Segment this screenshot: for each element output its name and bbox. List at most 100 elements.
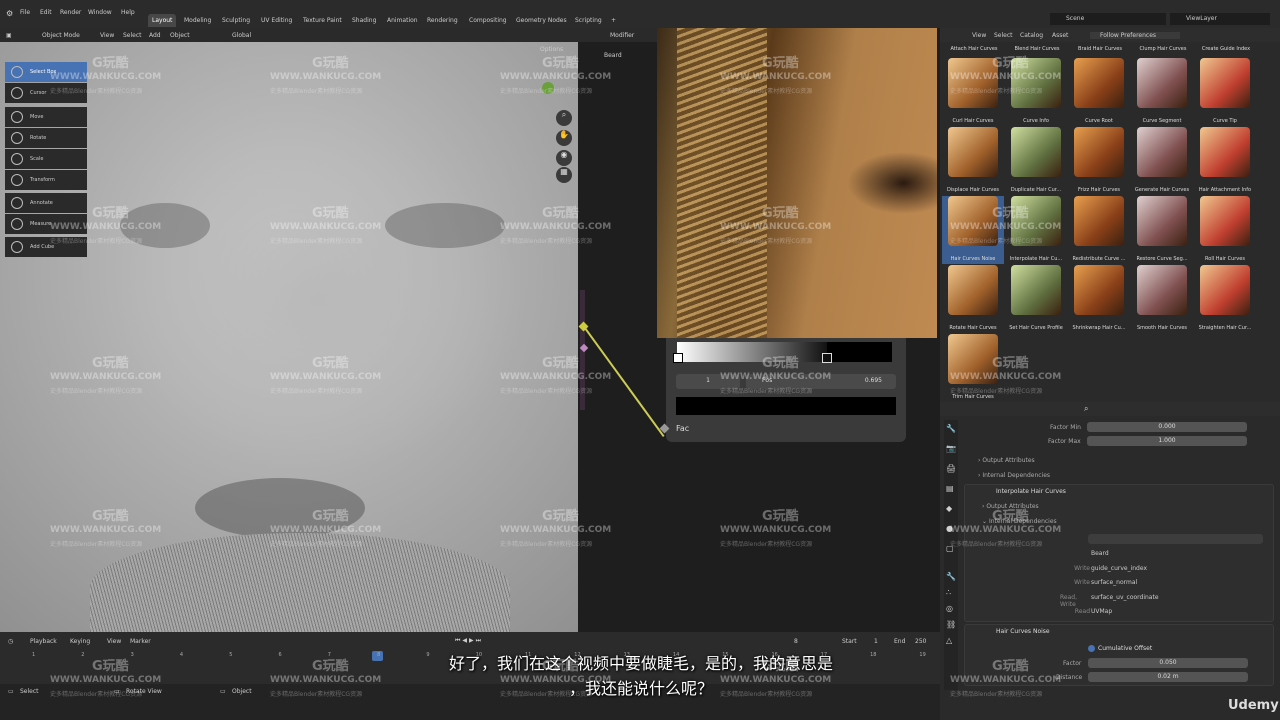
- ramp-stop-white[interactable]: [673, 353, 683, 363]
- asset-item[interactable]: Shrinkwrap Hair Cu...: [1068, 265, 1130, 333]
- tab-sculpting[interactable]: Sculpting: [218, 14, 254, 27]
- asset-item[interactable]: Roll Hair Curves: [1194, 196, 1256, 264]
- viewport-menu-select[interactable]: Select: [123, 32, 142, 39]
- watermark-text: G玩酷: [762, 356, 799, 371]
- search-field[interactable]: [1088, 534, 1263, 544]
- menu-help[interactable]: Help: [121, 9, 135, 16]
- viewport-menu-add[interactable]: Add: [149, 32, 161, 39]
- watermark-text: WWW.WANKUCG.COM: [950, 675, 1062, 685]
- asset-item[interactable]: Straighten Hair Cur...: [1194, 265, 1256, 333]
- output-attributes-panel[interactable]: › Output Attributes: [978, 457, 1035, 464]
- tool-tab-icon[interactable]: 🔧: [946, 424, 956, 433]
- playback-menu[interactable]: Playback: [30, 638, 57, 645]
- asset-item[interactable]: Set Hair Curve Profile: [1005, 265, 1067, 333]
- menu-window[interactable]: Window: [88, 9, 112, 16]
- end-frame[interactable]: 250: [915, 638, 926, 645]
- asset-item[interactable]: Rotate Hair Curves: [942, 265, 1004, 333]
- modifier-tab-icon[interactable]: 🔧: [946, 572, 956, 581]
- start-frame[interactable]: 1: [874, 638, 878, 645]
- constraints-tab-icon[interactable]: ⛓: [946, 620, 956, 629]
- library-dropdown[interactable]: Follow Preferences: [1090, 32, 1180, 39]
- output-tab-icon[interactable]: 🖨: [946, 464, 956, 473]
- noise-modifier-name[interactable]: Hair Curves Noise: [996, 628, 1050, 635]
- asset-item[interactable]: Curve Root: [1068, 58, 1130, 126]
- tool-rotate[interactable]: Rotate: [5, 128, 87, 148]
- asset-item[interactable]: Smooth Hair Curves: [1131, 265, 1193, 333]
- menu-edit[interactable]: Edit: [40, 9, 52, 16]
- viewport-menu-view[interactable]: View: [100, 32, 114, 39]
- timeline-editor-icon[interactable]: ◷: [8, 638, 13, 645]
- tab-compositing[interactable]: Compositing: [465, 14, 511, 27]
- data-tab-icon[interactable]: △: [946, 636, 952, 645]
- tool-scale[interactable]: Scale: [5, 149, 87, 169]
- asset-menu-asset[interactable]: Asset: [1052, 32, 1068, 39]
- asset-item[interactable]: Frizz Hair Curves: [1068, 127, 1130, 195]
- tab-shading[interactable]: Shading: [348, 14, 380, 27]
- playback-controls[interactable]: ⏮◀▶⏭: [455, 637, 483, 645]
- asset-top-3[interactable]: Clump Hair Curves: [1132, 46, 1194, 54]
- view-layer-tab-icon[interactable]: ▤: [946, 484, 954, 493]
- factor-field[interactable]: 0.050: [1088, 658, 1248, 668]
- marker-menu[interactable]: Marker: [130, 638, 151, 645]
- ramp-stop-black[interactable]: [822, 353, 832, 363]
- asset-thumbnail: [1137, 265, 1187, 315]
- tab-modeling[interactable]: Modeling: [180, 14, 215, 27]
- grid-icon[interactable]: ▦: [556, 167, 572, 183]
- scene-tab-icon[interactable]: ◆: [946, 504, 952, 513]
- tab-rendering[interactable]: Rendering: [423, 14, 462, 27]
- asset-item[interactable]: Duplicate Hair Cur...: [1005, 127, 1067, 195]
- tab-layout[interactable]: Layout: [148, 14, 177, 27]
- physics-tab-icon[interactable]: ◎: [946, 604, 953, 613]
- asset-item[interactable]: Hair Attachment Info: [1194, 127, 1256, 195]
- tab-animation[interactable]: Animation: [383, 14, 422, 27]
- render-tab-icon[interactable]: 📷: [946, 444, 956, 453]
- distance-field[interactable]: 0.02 m: [1088, 672, 1248, 682]
- scene-selector[interactable]: Scene: [1050, 13, 1166, 25]
- tool-move[interactable]: Move: [5, 107, 87, 127]
- pan-hand-icon[interactable]: ✋: [556, 130, 572, 146]
- subtitle-line-1: 好了，我们在这个视频中要做睫毛，是的，我的意思是: [448, 654, 833, 673]
- menu-render[interactable]: Render: [60, 9, 81, 16]
- particles-tab-icon[interactable]: ∴: [946, 588, 951, 597]
- asset-item[interactable]: Curve Tip: [1194, 58, 1256, 126]
- view-layer-selector[interactable]: ViewLayer: [1170, 13, 1270, 25]
- mode-dropdown[interactable]: Object Mode: [42, 32, 80, 39]
- viewport-menu-object[interactable]: Object: [170, 32, 190, 39]
- watermark-text: WWW.WANKUCG.COM: [270, 675, 382, 685]
- color-ramp-gradient[interactable]: [677, 342, 827, 362]
- modifier-dropdown[interactable]: Modifier: [610, 32, 634, 39]
- asset-item[interactable]: Redistribute Curve ...: [1068, 196, 1130, 264]
- asset-top-2[interactable]: Braid Hair Curves: [1069, 46, 1131, 54]
- tool-transform[interactable]: Transform: [5, 170, 87, 190]
- tab-geometry-nodes[interactable]: Geometry Nodes: [512, 14, 571, 27]
- tool-annotate[interactable]: Annotate: [5, 193, 87, 213]
- orientation-dropdown[interactable]: Global: [232, 32, 251, 39]
- factor-max-field[interactable]: 1.000: [1087, 436, 1247, 446]
- keying-menu[interactable]: Keying: [70, 638, 90, 645]
- cumulative-offset-checkbox[interactable]: [1088, 645, 1095, 652]
- asset-menu-view[interactable]: View: [972, 32, 986, 39]
- tab-scripting[interactable]: Scripting: [571, 14, 606, 27]
- ramp-color-swatch[interactable]: [676, 397, 896, 415]
- add-workspace-icon[interactable]: +: [607, 14, 620, 27]
- interpolate-modifier-name[interactable]: Interpolate Hair Curves: [996, 488, 1066, 495]
- asset-item[interactable]: Generate Hair Curves: [1131, 127, 1193, 195]
- zoom-icon[interactable]: ⌕: [556, 110, 572, 126]
- asset-item[interactable]: Restore Curve Seg...: [1131, 196, 1193, 264]
- properties-search-icon[interactable]: ⌕: [1084, 404, 1088, 414]
- camera-icon[interactable]: ◉: [556, 150, 572, 166]
- internal-dependencies-panel[interactable]: › Internal Dependencies: [978, 472, 1050, 479]
- asset-menu-select[interactable]: Select: [994, 32, 1013, 39]
- asset-item[interactable]: Displace Hair Curves: [942, 127, 1004, 195]
- tab-texture-paint[interactable]: Texture Paint: [299, 14, 346, 27]
- blender-logo-icon[interactable]: ⚙: [6, 9, 13, 18]
- tab-uv-editing[interactable]: UV Editing: [257, 14, 296, 27]
- menu-file[interactable]: File: [20, 9, 30, 16]
- current-frame[interactable]: 8: [794, 638, 798, 645]
- editor-type-icon[interactable]: ▣: [6, 32, 12, 39]
- asset-top-4[interactable]: Create Guide Index: [1195, 46, 1257, 54]
- factor-min-field[interactable]: 0.000: [1087, 422, 1247, 432]
- asset-item[interactable]: Curve Segment: [1131, 58, 1193, 126]
- timeline-view-menu[interactable]: View: [107, 638, 121, 645]
- asset-menu-catalog[interactable]: Catalog: [1020, 32, 1043, 39]
